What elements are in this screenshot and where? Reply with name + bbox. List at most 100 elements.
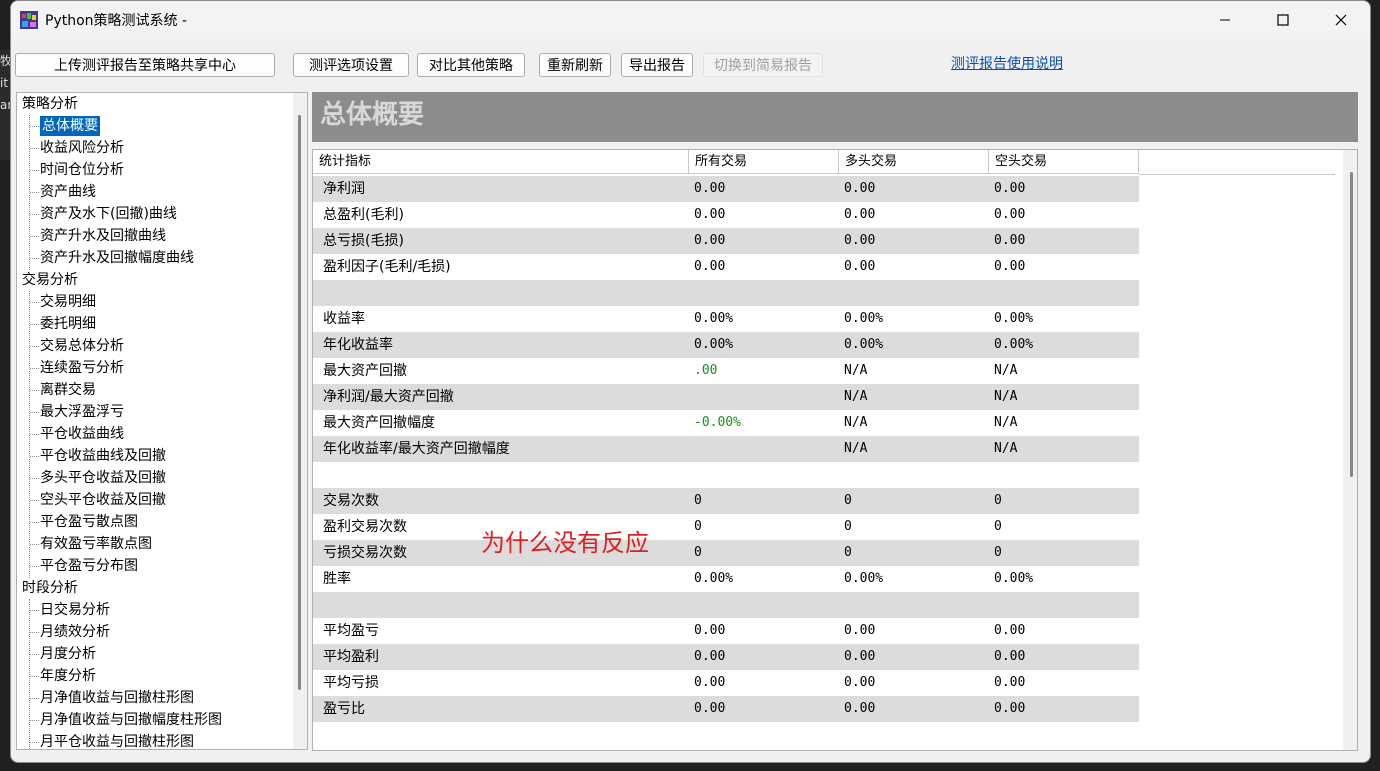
table-row[interactable]: 最大资产回撤 .00 N/A N/A — [313, 358, 1139, 384]
row-value-long: 0.00% — [844, 311, 884, 326]
tree-item[interactable]: 月度分析 — [30, 644, 96, 664]
tree-item[interactable]: 交易明细 — [30, 292, 96, 312]
tree-item[interactable]: 资产升水及回撤幅度曲线 — [30, 248, 194, 268]
row-value-all: 0.00 — [694, 181, 726, 196]
tree-item[interactable]: 平仓盈亏散点图 — [30, 512, 138, 532]
table-row[interactable]: 总盈利(毛利) 0.00 0.00 0.00 — [313, 202, 1139, 228]
maximize-button[interactable] — [1254, 1, 1312, 39]
tree-item[interactable]: 月净值收益与回撤幅度柱形图 — [30, 710, 222, 730]
edge-text: it — [0, 76, 9, 90]
help-link[interactable]: 测评报告使用说明 — [951, 53, 1063, 73]
table-row[interactable]: 最大资产回撤幅度 -0.00% N/A N/A — [313, 410, 1139, 436]
tree-item[interactable]: 连续盈亏分析 — [30, 358, 124, 378]
export-report-button[interactable]: 导出报告 — [621, 53, 693, 77]
tree-group-period[interactable]: 时段分析 — [22, 578, 78, 598]
row-value-all: 0.00 — [694, 259, 726, 274]
table-row[interactable]: 净利润/最大资产回撤 N/A N/A — [313, 384, 1139, 410]
title-bar[interactable]: Python策略测试系统 - — [11, 1, 1370, 39]
table-row[interactable]: 盈利因子(毛利/毛损) 0.00 0.00 0.00 — [313, 254, 1139, 280]
table-row[interactable] — [313, 462, 1139, 488]
table-row[interactable] — [313, 592, 1139, 618]
tree-item[interactable]: 资产升水及回撤曲线 — [30, 226, 166, 246]
table-row[interactable] — [313, 280, 1139, 306]
table-row[interactable]: 年化收益率 0.00% 0.00% 0.00% — [313, 332, 1139, 358]
section-header: 总体概要 — [312, 92, 1358, 142]
row-label: 盈利因子(毛利/毛损) — [323, 259, 451, 275]
table-row[interactable]: 盈亏比 0.00 0.00 0.00 — [313, 696, 1139, 722]
table-row[interactable]: 胜率 0.00% 0.00% 0.00% — [313, 566, 1139, 592]
column-header-long[interactable]: 多头交易 — [839, 150, 989, 174]
row-value-all: 0 — [694, 545, 702, 560]
minimize-button[interactable] — [1196, 1, 1254, 39]
table-row[interactable]: 亏损交易次数 0 0 0 — [313, 540, 1139, 566]
row-value-long: N/A — [844, 389, 868, 404]
tree-item[interactable]: 最大浮盈浮亏 — [30, 402, 124, 422]
column-header-all[interactable]: 所有交易 — [689, 150, 839, 174]
table-row[interactable]: 交易次数 0 0 0 — [313, 488, 1139, 514]
tree-item[interactable]: 有效盈亏率散点图 — [30, 534, 152, 554]
row-label: 平均盈利 — [323, 649, 379, 665]
close-button[interactable] — [1312, 1, 1370, 39]
tree-item[interactable]: 平仓收益曲线 — [30, 424, 124, 444]
tree-item[interactable]: 委托明细 — [30, 314, 96, 334]
tree-item[interactable]: 时间仓位分析 — [30, 160, 124, 180]
test-options-button[interactable]: 测评选项设置 — [293, 53, 409, 77]
tree-group-trade[interactable]: 交易分析 — [22, 270, 78, 290]
tree-group-strategy[interactable]: 策略分析 — [22, 94, 78, 114]
row-label: 收益率 — [323, 311, 365, 327]
tree-item[interactable]: 平仓收益曲线及回撤 — [30, 446, 166, 466]
table-row[interactable]: 平均亏损 0.00 0.00 0.00 — [313, 670, 1139, 696]
tree-item-overview[interactable]: 总体概要 — [30, 116, 100, 136]
tree-item[interactable]: 月平仓收益与回撤柱形图 — [30, 732, 194, 749]
table-row[interactable]: 收益率 0.00% 0.00% 0.00% — [313, 306, 1139, 332]
tree-item[interactable]: 多头平仓收益及回撤 — [30, 468, 166, 488]
row-label: 交易次数 — [323, 493, 379, 509]
upload-report-button[interactable]: 上传测评报告至策略共享中心 — [15, 53, 275, 77]
table-row[interactable]: 总亏损(毛损) 0.00 0.00 0.00 — [313, 228, 1139, 254]
row-label: 净利润/最大资产回撤 — [323, 389, 454, 405]
row-value-short: 0.00 — [994, 233, 1026, 248]
tree-scrollbar[interactable] — [293, 93, 307, 749]
table-row[interactable]: 盈利交易次数 0 0 0 — [313, 514, 1139, 540]
tree-item[interactable]: 资产及水下(回撤)曲线 — [30, 204, 177, 224]
table-row[interactable]: 平均盈亏 0.00 0.00 0.00 — [313, 618, 1139, 644]
column-header-metric[interactable]: 统计指标 — [313, 150, 689, 174]
tree-item[interactable]: 日交易分析 — [30, 600, 110, 620]
compare-strategies-button[interactable]: 对比其他策略 — [417, 53, 525, 77]
row-label: 平均亏损 — [323, 675, 379, 691]
tree-item[interactable]: 月净值收益与回撤柱形图 — [30, 688, 194, 708]
row-value-all: 0.00 — [694, 623, 726, 638]
row-value-short: 0.00% — [994, 337, 1034, 352]
row-label: 净利润 — [323, 181, 365, 197]
row-label: 胜率 — [323, 571, 351, 587]
table-row[interactable]: 年化收益率/最大资产回撤幅度 N/A N/A — [313, 436, 1139, 462]
row-value-long: 0.00 — [844, 207, 876, 222]
row-value-short: N/A — [994, 363, 1018, 378]
tree-item[interactable]: 离群交易 — [30, 380, 96, 400]
tree-item[interactable]: 月绩效分析 — [30, 622, 110, 642]
tree-scroll-thumb[interactable] — [298, 115, 301, 690]
table-row[interactable]: 平均盈利 0.00 0.00 0.00 — [313, 644, 1139, 670]
refresh-button[interactable]: 重新刷新 — [539, 53, 611, 77]
column-header-short[interactable]: 空头交易 — [989, 150, 1139, 174]
row-value-short: 0.00 — [994, 675, 1026, 690]
row-label: 亏损交易次数 — [323, 545, 407, 561]
table-scroll-thumb[interactable] — [1350, 172, 1353, 477]
row-label: 年化收益率 — [323, 337, 393, 353]
row-label: 总亏损(毛损) — [323, 233, 404, 249]
tree-item[interactable]: 资产曲线 — [30, 182, 96, 202]
tree-item[interactable]: 年度分析 — [30, 666, 96, 686]
tree-item[interactable]: 交易总体分析 — [30, 336, 124, 356]
background-window-edge: 牧 it ar — [0, 50, 10, 160]
row-value-long: N/A — [844, 363, 868, 378]
tree-item[interactable]: 收益风险分析 — [30, 138, 124, 158]
simple-report-button[interactable]: 切换到简易报告 — [703, 53, 823, 77]
row-value-long: 0.00% — [844, 337, 884, 352]
row-value-short: 0.00 — [994, 181, 1026, 196]
table-row[interactable]: 净利润 0.00 0.00 0.00 — [313, 176, 1139, 202]
tree-item[interactable]: 平仓盈亏分布图 — [30, 556, 138, 576]
row-value-all: 0.00 — [694, 675, 726, 690]
row-value-long: 0 — [844, 493, 852, 508]
table-scrollbar[interactable] — [1343, 150, 1357, 750]
tree-item[interactable]: 空头平仓收益及回撤 — [30, 490, 166, 510]
